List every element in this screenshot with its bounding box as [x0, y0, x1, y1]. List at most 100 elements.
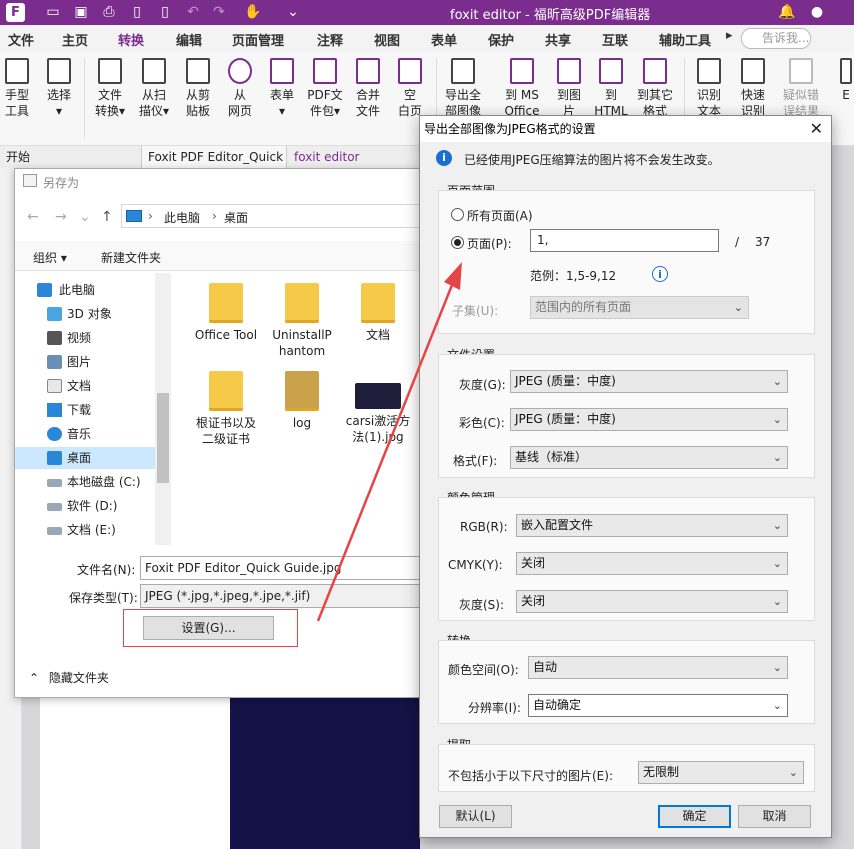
tab-connect[interactable]: 互联 — [602, 30, 628, 49]
gray-select[interactable]: JPEG (质量：中度) ⌄ — [510, 370, 788, 393]
forward-arrow-icon[interactable]: → — [55, 209, 67, 225]
ribbon-overflow-button[interactable]: E — [840, 58, 852, 103]
user-icon[interactable]: ● — [808, 4, 826, 21]
tab-edit[interactable]: 编辑 — [176, 30, 202, 49]
new-doc-icon[interactable]: ▯ — [128, 4, 146, 21]
tab-view[interactable]: 视图 — [374, 30, 400, 49]
pdf-package-button[interactable]: PDF文 件包▾ — [306, 58, 344, 119]
file-item-certificates[interactable]: 根证书以及二级证书 — [193, 371, 259, 447]
open-folder-icon[interactable]: ▭ — [44, 4, 62, 21]
back-arrow-icon[interactable]: ← — [27, 209, 39, 225]
ocr-text-button[interactable]: 识别 文本 — [692, 58, 726, 119]
suspect-results-button[interactable]: 疑似错 误结果 — [780, 58, 822, 119]
pc-icon — [126, 210, 142, 222]
file-convert-button[interactable]: 文件 转换▾ — [92, 58, 128, 119]
merge-files-button[interactable]: 合并 文件 — [352, 58, 384, 119]
pages-input[interactable]: 1, — [530, 229, 719, 252]
tree-item-pictures[interactable]: 图片 — [15, 351, 155, 373]
all-pages-radio[interactable] — [451, 208, 464, 221]
save-as-toolbar: 组织 ▾ 新建文件夹 — [15, 241, 419, 271]
tree-item-3d-objects[interactable]: 3D 对象 — [15, 303, 155, 325]
exclude-select[interactable]: 无限制 ⌄ — [638, 761, 804, 784]
tree-item-video[interactable]: 视频 — [15, 327, 155, 349]
search-input[interactable]: 告诉我... — [741, 28, 811, 49]
default-button[interactable]: 默认(L) — [439, 805, 512, 828]
from-scanner-button[interactable]: 从扫 描仪▾ — [135, 58, 173, 119]
tab-page-manage[interactable]: 页面管理 — [232, 30, 284, 49]
tab-more-arrow-icon[interactable]: ▸ — [726, 28, 733, 43]
hand-tool-button[interactable]: 手型 工具 — [3, 58, 31, 119]
tree-item-downloads[interactable]: 下载 — [15, 399, 155, 421]
tree-item-drive-c[interactable]: 本地磁盘 (C:) — [15, 471, 155, 493]
from-clipboard-button[interactable]: 从剪 贴板 — [182, 58, 214, 119]
to-other-format-button[interactable]: 到其它 格式 — [634, 58, 676, 119]
tree-item-drive-d[interactable]: 软件 (D:) — [15, 495, 155, 517]
doc-tab-foxit-editor[interactable]: foxit editor — [288, 146, 420, 168]
hide-folders-toggle[interactable]: ⌃ 隐藏文件夹 — [29, 669, 109, 686]
file-item-log[interactable]: log — [269, 371, 335, 431]
rgb-select[interactable]: 嵌入配置文件 ⌄ — [516, 514, 788, 537]
file-item-office-tool[interactable]: Office Tool — [193, 283, 259, 343]
hand-icon[interactable]: ✋ — [244, 4, 262, 21]
file-item-carsi-jpg[interactable]: carsi激活方法(1).jpg — [345, 371, 411, 445]
doc-tab-start[interactable]: 开始 — [0, 146, 142, 168]
to-image-button[interactable]: 到图片 — [552, 58, 586, 119]
filetype-select[interactable]: JPEG (*.jpg,*.jpeg,*.jpe,*.jif) — [140, 584, 422, 608]
format-select[interactable]: 基线（标准） ⌄ — [510, 446, 788, 469]
to-html-button[interactable]: 到 HTML — [594, 58, 628, 119]
resolution-select[interactable]: 自动确定 ⌄ — [528, 694, 788, 717]
close-icon[interactable]: ✕ — [810, 119, 823, 138]
new-folder-button[interactable]: 新建文件夹 — [101, 249, 161, 266]
color-select[interactable]: JPEG (质量：中度) ⌄ — [510, 408, 788, 431]
export-all-images-button[interactable]: 导出全 部图像 — [441, 58, 485, 119]
filename-input[interactable]: Foxit PDF Editor_Quick Guide.jpg — [140, 556, 422, 580]
breadcrumb-desktop[interactable]: 桌面 — [224, 209, 248, 226]
tree-item-documents[interactable]: 文档 — [15, 375, 155, 397]
tab-share[interactable]: 共享 — [545, 30, 571, 49]
quick-ocr-button[interactable]: 快速 识别 — [736, 58, 770, 119]
tree-scrollbar[interactable] — [155, 273, 171, 545]
undo-icon[interactable]: ↶ — [184, 4, 202, 21]
tab-accessibility[interactable]: 辅助工具 — [659, 30, 711, 49]
tab-file[interactable]: 文件 — [8, 30, 34, 49]
doc-tab-quick-guide[interactable]: Foxit PDF Editor_Quick ... — [142, 146, 287, 186]
doc-icon[interactable]: ▯ — [156, 4, 174, 21]
colorspace-select[interactable]: 自动 ⌄ — [528, 656, 788, 679]
tree-scrollbar-thumb[interactable] — [157, 393, 169, 483]
address-bar[interactable]: › 此电脑 › 桌面 — [121, 204, 421, 228]
dropdown-chevron-icon[interactable]: ⌄ — [79, 209, 91, 225]
to-office-button[interactable]: 到 MS Office — [502, 58, 542, 119]
ok-button[interactable]: 确定 — [658, 805, 731, 828]
breadcrumb-this-pc[interactable]: 此电脑 — [164, 209, 200, 226]
settings-button[interactable]: 设置(G)... — [143, 616, 274, 640]
tree-item-this-pc[interactable]: 此电脑 — [15, 279, 155, 301]
dropdown-chevron-icon[interactable]: ⌄ — [284, 4, 302, 21]
pages-radio[interactable] — [451, 236, 464, 249]
tree-item-desktop[interactable]: 桌面 — [15, 447, 155, 469]
up-arrow-icon[interactable]: ↑ — [101, 209, 113, 225]
organize-button[interactable]: 组织 ▾ — [33, 249, 67, 266]
redo-icon[interactable]: ↷ — [210, 4, 228, 21]
save-icon[interactable]: ▣ — [72, 4, 90, 21]
tab-comment[interactable]: 注释 — [317, 30, 343, 49]
print-icon[interactable]: ⎙ — [100, 4, 118, 21]
tab-convert[interactable]: 转换 — [118, 30, 145, 55]
tab-protect[interactable]: 保护 — [488, 30, 514, 49]
overflow-icon — [840, 58, 852, 84]
blank-page-button[interactable]: 空白页 — [394, 58, 426, 119]
cancel-button[interactable]: 取消 — [738, 805, 811, 828]
cmyk-select[interactable]: 关闭 ⌄ — [516, 552, 788, 575]
tree-item-drive-e[interactable]: 文档 (E:) — [15, 519, 155, 541]
gray-color-select[interactable]: 关闭 ⌄ — [516, 590, 788, 613]
example-info-icon[interactable]: i — [652, 266, 668, 282]
file-item-documents[interactable]: 文档 — [345, 283, 411, 343]
bell-icon[interactable]: 🔔 — [778, 4, 796, 21]
tab-form[interactable]: 表单 — [431, 30, 457, 49]
file-item-uninstall-phantom[interactable]: UninstallPhantom — [269, 283, 335, 359]
select-button[interactable]: 选择 ▾ — [44, 58, 74, 119]
from-web-button[interactable]: 从网页 — [224, 58, 256, 119]
form-button[interactable]: 表单 ▾ — [266, 58, 298, 119]
subset-select[interactable]: 范围内的所有页面 ⌄ — [530, 296, 749, 319]
tree-item-music[interactable]: 音乐 — [15, 423, 155, 445]
tab-home[interactable]: 主页 — [62, 30, 88, 49]
